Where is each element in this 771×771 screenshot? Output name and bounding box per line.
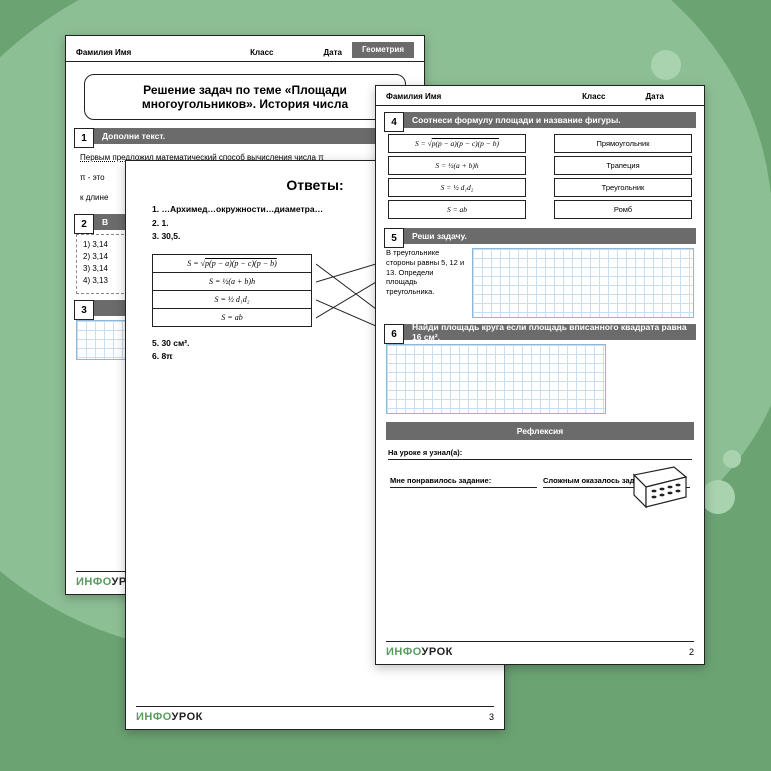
shape-column: Прямоугольник Трапеция Треугольник Ромб — [554, 134, 692, 222]
answer-grid — [386, 344, 606, 414]
shape-cell: Трапеция — [554, 156, 692, 175]
page-header: Фамилия Имя Класс Дата — [376, 86, 704, 106]
shape-cell: Треугольник — [554, 178, 692, 197]
task-number: 3 — [74, 300, 94, 320]
task-4: 4 Соотнеси формулу площади и название фи… — [384, 112, 696, 128]
worksheet-title: Решение задач по теме «Площади многоугол… — [84, 74, 406, 120]
formula-cell: S = ½ d₁d₂ — [388, 178, 526, 197]
page-header: Фамилия Имя Класс Дата Геометрия — [66, 36, 424, 62]
task-number: 2 — [74, 214, 94, 234]
subject-tag: Геометрия — [352, 42, 414, 58]
reflection-line-2a: Мне понравилось задание: — [390, 476, 537, 488]
page-footer: ИНФОУРОК 2 — [386, 641, 694, 658]
name-label: Фамилия Имя — [76, 48, 131, 58]
formula-cell: S = √p(p − a)(p − c)(p − b) — [388, 134, 526, 153]
name-label: Фамилия Имя — [386, 92, 441, 102]
formula-cell: S = ½(a + b)h — [153, 273, 311, 291]
task-6: 6 Найди площадь круга если площадь вписа… — [384, 324, 696, 340]
task-label: Реши задачу. — [394, 228, 696, 244]
task-1: 1 Дополни текст. — [74, 128, 416, 144]
reflection-line-1: На уроке я узнал(а): — [388, 448, 692, 460]
date-label: Дата — [645, 92, 664, 102]
formula-cell: S = √p(p − a)(p − c)(p − b) — [153, 255, 311, 273]
task-label: Соотнеси формулу площади и название фигу… — [394, 112, 696, 128]
date-label: Дата — [323, 48, 342, 58]
calculator-icon — [630, 461, 690, 509]
formula-cell: S = ab — [153, 309, 311, 326]
task5-content: В треугольнике стороны равны 5, 12 и 13.… — [386, 248, 694, 318]
task-label: Дополни текст. — [84, 128, 416, 144]
answer-grid — [472, 248, 694, 318]
match-lines-icon — [316, 254, 376, 334]
page-number: 3 — [489, 712, 494, 722]
shape-cell: Ромб — [554, 200, 692, 219]
shape-cell: Прямоугольник — [554, 134, 692, 153]
page-footer: ИНФОУРОК 3 — [136, 706, 494, 723]
class-label: Класс — [582, 92, 605, 102]
brand-logo: ИНФОУРОК — [136, 711, 203, 723]
bg-dot — [723, 450, 741, 468]
formula-cell: S = ½(a + b)h — [388, 156, 526, 175]
match-columns: S = √p(p − a)(p − c)(p − b) S = ½(a + b)… — [388, 134, 692, 222]
bg-dot — [701, 480, 735, 514]
formula-column: S = √p(p − a)(p − c)(p − b) S = ½(a + b)… — [388, 134, 526, 222]
page-number: 2 — [689, 647, 694, 657]
reflection-header: Рефлексия — [386, 422, 694, 440]
formula-cell: S = ab — [388, 200, 526, 219]
task-number: 6 — [384, 324, 404, 344]
task5-text: В треугольнике стороны равны 5, 12 и 13.… — [386, 248, 466, 318]
formula-cell: S = ½ d₁d₂ — [153, 291, 311, 309]
task-number: 4 — [384, 112, 404, 132]
formula-table: S = √p(p − a)(p − c)(p − b) S = ½(a + b)… — [152, 254, 312, 327]
task-5: 5 Реши задачу. — [384, 228, 696, 244]
bg-dot — [651, 50, 681, 80]
worksheet-page-2: Фамилия Имя Класс Дата 4 Соотнеси формул… — [375, 85, 705, 665]
task-label: Найди площадь круга если площадь вписанн… — [394, 324, 696, 340]
task-number: 5 — [384, 228, 404, 248]
task-number: 1 — [74, 128, 94, 148]
class-label: Класс — [250, 48, 273, 58]
brand-logo: ИНФОУРОК — [386, 646, 453, 658]
